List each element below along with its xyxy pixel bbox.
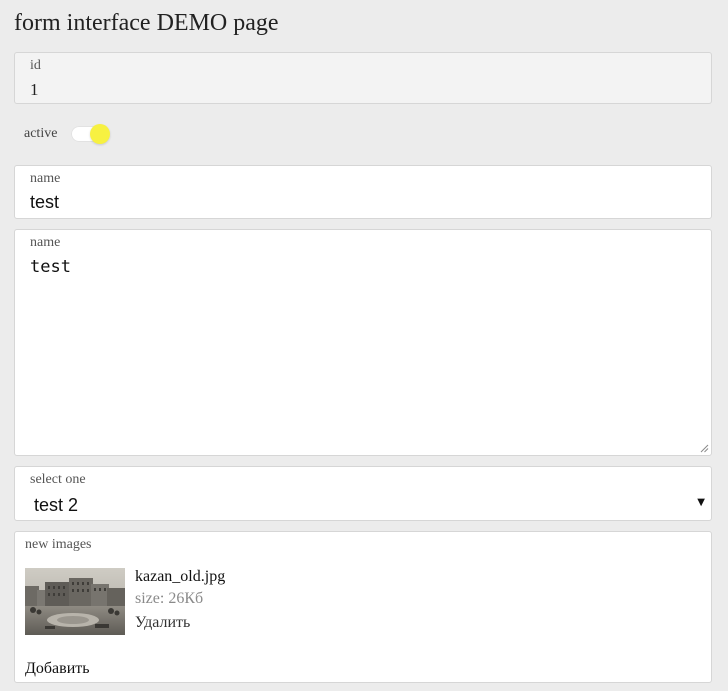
name-input[interactable]: test [30,191,59,213]
file-size: size: 26Кб [135,590,204,607]
id-value: 1 [30,80,39,99]
delete-file-button[interactable]: Удалить [135,614,190,632]
active-toggle-knob[interactable] [90,124,110,144]
select-value[interactable]: test 2 [34,494,78,516]
images-label: new images [25,537,92,552]
name-input-label: name [30,171,61,186]
select-field[interactable]: select one test 2 ▼ [14,466,712,521]
id-field: id 1 [14,52,712,104]
caret-down-icon[interactable]: ▼ [697,497,705,509]
name-textarea[interactable]: test [30,257,71,277]
active-toggle-row: active [24,123,224,145]
name-textarea-field[interactable]: name test [14,229,712,456]
photo-thumbnail [25,568,125,635]
active-label: active [24,126,58,141]
name-textarea-label: name [30,235,61,250]
select-label: select one [30,472,86,487]
resize-grip-icon[interactable] [699,443,709,453]
file-name: kazan_old.jpg [135,568,226,585]
name-input-field[interactable]: name test [14,165,712,219]
page-title: form interface DEMO page [14,10,279,36]
id-label: id [30,58,41,73]
add-image-button[interactable]: Добавить [25,660,90,678]
images-field: new images kazan_old.jpg size: 26Кб Удал… [14,531,712,683]
